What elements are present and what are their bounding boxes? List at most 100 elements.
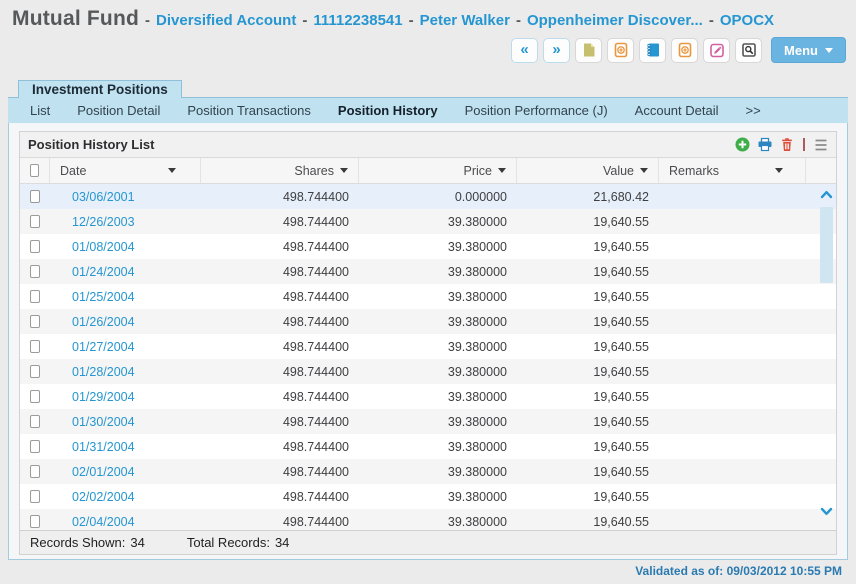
row-date-link[interactable]: 01/30/2004 bbox=[72, 415, 135, 429]
vertical-scrollbar[interactable] bbox=[819, 190, 834, 516]
row-value: 21,680.42 bbox=[517, 184, 659, 209]
breadcrumb-link[interactable]: OPOCX bbox=[720, 12, 774, 29]
column-label-value: Value bbox=[603, 164, 634, 178]
row-date-link[interactable]: 01/26/2004 bbox=[72, 315, 135, 329]
search-button[interactable] bbox=[735, 38, 762, 63]
table-row[interactable]: 02/04/2004 498.744400 39.380000 19,640.5… bbox=[20, 509, 836, 530]
subtab-account-detail[interactable]: Account Detail bbox=[635, 103, 719, 118]
row-value: 19,640.55 bbox=[517, 334, 659, 359]
row-checkbox[interactable] bbox=[30, 315, 40, 328]
position-history-list: Position History List bbox=[19, 131, 837, 555]
row-checkbox[interactable] bbox=[30, 265, 40, 278]
table-row[interactable]: 01/25/2004 498.744400 39.380000 19,640.5… bbox=[20, 284, 836, 309]
subtab-position-performance-j[interactable]: Position Performance (J) bbox=[465, 103, 608, 118]
subtab-position-detail[interactable]: Position Detail bbox=[77, 103, 160, 118]
prev-record-button[interactable]: « bbox=[511, 38, 538, 63]
add-document-button[interactable] bbox=[607, 38, 634, 63]
table-row[interactable]: 01/08/2004 498.744400 39.380000 19,640.5… bbox=[20, 234, 836, 259]
row-checkbox[interactable] bbox=[30, 215, 40, 228]
add-row-button[interactable] bbox=[735, 137, 750, 152]
row-checkbox[interactable] bbox=[30, 290, 40, 303]
row-date-cell: 02/04/2004 bbox=[50, 509, 201, 530]
subtab-position-history[interactable]: Position History bbox=[338, 103, 438, 118]
row-date-link[interactable]: 01/29/2004 bbox=[72, 390, 135, 404]
row-checkbox-cell bbox=[20, 284, 50, 309]
validated-status: Validated as of: 09/03/2012 10:55 PM bbox=[635, 564, 842, 578]
row-checkbox[interactable] bbox=[30, 415, 40, 428]
table-row[interactable]: 01/24/2004 498.744400 39.380000 19,640.5… bbox=[20, 259, 836, 284]
row-checkbox[interactable] bbox=[30, 365, 40, 378]
row-checkbox[interactable] bbox=[30, 340, 40, 353]
row-date-link[interactable]: 02/01/2004 bbox=[72, 465, 135, 479]
row-checkbox[interactable] bbox=[30, 515, 40, 528]
row-checkbox[interactable] bbox=[30, 490, 40, 503]
edit-button[interactable] bbox=[703, 38, 730, 63]
column-header-shares[interactable]: Shares bbox=[201, 158, 359, 183]
row-remarks bbox=[659, 434, 806, 459]
column-header-price[interactable]: Price bbox=[359, 158, 517, 183]
scroll-down-icon[interactable] bbox=[820, 507, 833, 516]
breadcrumb-link[interactable]: Diversified Account bbox=[156, 12, 296, 29]
next-record-button[interactable]: » bbox=[543, 38, 570, 63]
delete-button[interactable] bbox=[780, 137, 794, 152]
table-row[interactable]: 01/26/2004 498.744400 39.380000 19,640.5… bbox=[20, 309, 836, 334]
column-header-remarks[interactable]: Remarks bbox=[659, 158, 806, 183]
table-row[interactable]: 01/29/2004 498.744400 39.380000 19,640.5… bbox=[20, 384, 836, 409]
row-remarks bbox=[659, 334, 806, 359]
add-record-button[interactable] bbox=[671, 38, 698, 63]
row-date-link[interactable]: 01/24/2004 bbox=[72, 265, 135, 279]
table-row[interactable]: 03/06/2001 498.744400 0.000000 21,680.42 bbox=[20, 184, 836, 209]
row-date-link[interactable]: 01/25/2004 bbox=[72, 290, 135, 304]
select-all-checkbox[interactable] bbox=[30, 164, 39, 177]
row-checkbox[interactable] bbox=[30, 240, 40, 253]
row-shares: 498.744400 bbox=[201, 209, 359, 234]
row-price: 39.380000 bbox=[359, 434, 517, 459]
row-date-cell: 02/02/2004 bbox=[50, 484, 201, 509]
filter-icon[interactable] bbox=[775, 168, 783, 173]
breadcrumb-link[interactable]: Peter Walker bbox=[420, 12, 510, 29]
table-row[interactable]: 02/02/2004 498.744400 39.380000 19,640.5… bbox=[20, 484, 836, 509]
breadcrumb-link[interactable]: 11112238541 bbox=[313, 12, 402, 29]
row-date-cell: 01/08/2004 bbox=[50, 234, 201, 259]
table-row[interactable]: 01/28/2004 498.744400 39.380000 19,640.5… bbox=[20, 359, 836, 384]
filter-icon[interactable] bbox=[498, 168, 506, 173]
table-row[interactable]: 02/01/2004 498.744400 39.380000 19,640.5… bbox=[20, 459, 836, 484]
table-row[interactable]: 01/30/2004 498.744400 39.380000 19,640.5… bbox=[20, 409, 836, 434]
menu-button[interactable]: Menu bbox=[771, 37, 846, 63]
scroll-up-icon[interactable] bbox=[820, 190, 833, 199]
row-date-link[interactable]: 12/26/2003 bbox=[72, 215, 135, 229]
subtab-position-transactions[interactable]: Position Transactions bbox=[187, 103, 311, 118]
row-checkbox[interactable] bbox=[30, 465, 40, 478]
row-date-link[interactable]: 02/02/2004 bbox=[72, 490, 135, 504]
print-button[interactable] bbox=[757, 137, 773, 152]
subtab-list[interactable]: List bbox=[30, 103, 50, 118]
row-date-link[interactable]: 02/04/2004 bbox=[72, 515, 135, 529]
list-view-button[interactable] bbox=[812, 138, 828, 152]
row-checkbox[interactable] bbox=[30, 440, 40, 453]
column-header-value[interactable]: Value bbox=[517, 158, 659, 183]
table-row[interactable]: 12/26/2003 498.744400 39.380000 19,640.5… bbox=[20, 209, 836, 234]
list-menu-icon bbox=[812, 138, 828, 152]
add-document-icon bbox=[613, 42, 629, 58]
subtab-[interactable]: >> bbox=[746, 103, 761, 118]
row-checkbox[interactable] bbox=[30, 390, 40, 403]
table-row[interactable]: 01/31/2004 498.744400 39.380000 19,640.5… bbox=[20, 434, 836, 459]
filter-icon[interactable] bbox=[340, 168, 348, 173]
filter-icon[interactable] bbox=[640, 168, 648, 173]
row-date-link[interactable]: 01/27/2004 bbox=[72, 340, 135, 354]
tab-investment-positions[interactable]: Investment Positions bbox=[18, 80, 182, 98]
row-date-link[interactable]: 01/28/2004 bbox=[72, 365, 135, 379]
column-header-date[interactable]: Date bbox=[50, 158, 201, 183]
scrollbar-thumb[interactable] bbox=[820, 207, 833, 283]
row-date-link[interactable]: 01/08/2004 bbox=[72, 240, 135, 254]
subtab-bar: List Position Detail Position Transactions… bbox=[8, 97, 848, 123]
row-date-link[interactable]: 01/31/2004 bbox=[72, 440, 135, 454]
breadcrumb-link[interactable]: Oppenheimer Discover... bbox=[527, 12, 703, 29]
filter-icon[interactable] bbox=[168, 168, 176, 173]
note-button[interactable] bbox=[575, 38, 602, 63]
row-date-link[interactable]: 03/06/2001 bbox=[72, 190, 135, 204]
table-row[interactable]: 01/27/2004 498.744400 39.380000 19,640.5… bbox=[20, 334, 836, 359]
row-checkbox-cell bbox=[20, 209, 50, 234]
notebook-button[interactable] bbox=[639, 38, 666, 63]
row-checkbox[interactable] bbox=[30, 190, 40, 203]
